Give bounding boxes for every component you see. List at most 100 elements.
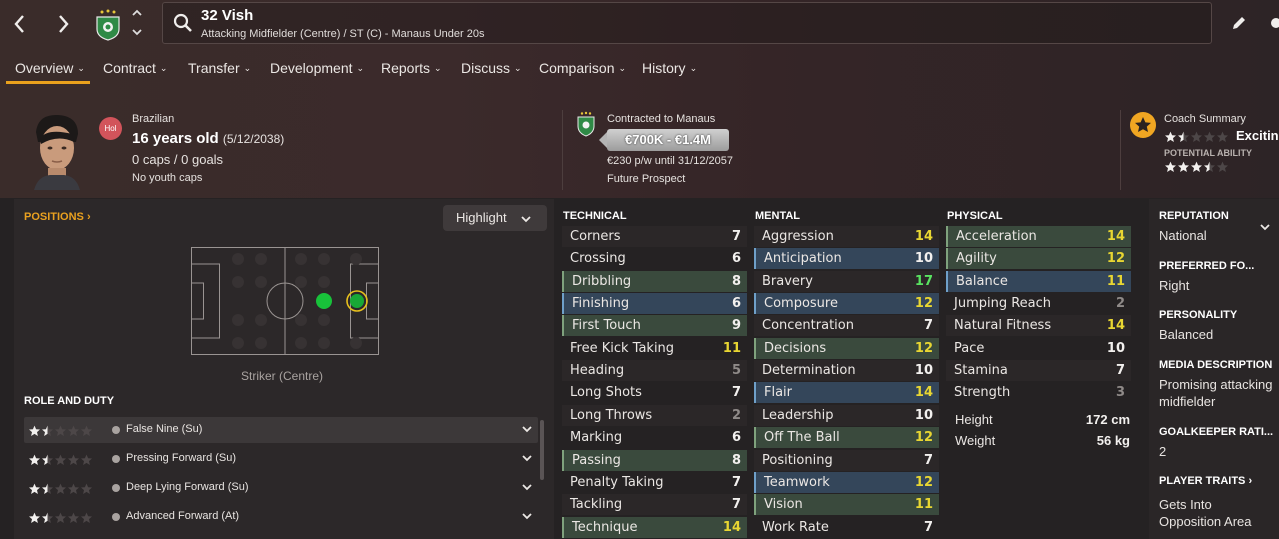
attribute-name: Passing [572,452,621,468]
attribute-row[interactable]: Anticipation 10 [754,248,939,270]
role-row[interactable]: Pressing Forward (Su) [24,446,538,472]
chevron-down-icon[interactable] [130,25,144,39]
role-name: Deep Lying Forward (Su) [126,481,249,493]
attribute-row[interactable]: Free Kick Taking 11 [562,338,747,359]
attribute-row[interactable]: Teamwork 12 [754,471,939,493]
role-list-scrollbar[interactable] [540,420,544,480]
attribute-value: 11 [914,497,933,513]
highlight-dropdown[interactable]: Highlight [443,205,547,231]
attribute-row[interactable]: Acceleration 14 [946,226,1131,247]
attribute-row[interactable]: Aggression 14 [754,226,939,247]
info-icon[interactable] [112,513,120,521]
attribute-row[interactable]: Technique 14 [562,516,747,538]
role-stars [28,482,93,500]
reputation-value: National [1159,228,1207,243]
attribute-row[interactable]: Vision 11 [754,494,939,516]
attribute-row[interactable]: Crossing 6 [562,248,747,269]
attribute-row[interactable]: Heading 5 [562,360,747,382]
attribute-row[interactable]: Corners 7 [562,226,747,247]
attribute-row[interactable]: Determination 10 [754,360,939,382]
attribute-row[interactable]: Finishing 6 [562,293,747,315]
attribute-row[interactable]: First Touch 9 [562,315,747,337]
attribute-row[interactable]: Balance 11 [946,270,1131,292]
attribute-row[interactable]: Positioning 7 [754,449,939,471]
tab-history[interactable]: History ⌄ [642,60,697,76]
player-cycle-control[interactable] [130,6,144,40]
role-stars [28,453,93,471]
attribute-row[interactable]: Leadership 10 [754,404,939,426]
role-row[interactable]: Deep Lying Forward (Su) [24,475,538,501]
tab-contract[interactable]: Contract ⌄ [103,60,167,76]
attribute-value: 14 [914,229,933,244]
tab-overview[interactable]: Overview ⌄ [15,60,85,76]
chevron-down-icon: ⌄ [356,63,365,73]
chevron-down-icon[interactable] [1259,221,1271,233]
attribute-value: 12 [914,430,933,446]
tab-development[interactable]: Development ⌄ [270,60,364,76]
player-traits-link[interactable]: PLAYER TRAITS › [1159,475,1252,487]
role-row[interactable]: False Nine (Su) [24,417,538,443]
chevron-up-icon[interactable] [130,6,144,20]
attribute-row[interactable]: Long Throws 2 [562,404,747,426]
active-tab-indicator [6,81,90,84]
tab-transfer[interactable]: Transfer ⌄ [188,60,251,76]
tab-reports[interactable]: Reports ⌄ [381,60,442,76]
info-icon[interactable] [112,484,120,492]
positions-link[interactable]: POSITIONS › [24,211,91,223]
tab-discuss[interactable]: Discuss ⌄ [461,60,522,76]
attribute-row[interactable]: Jumping Reach 2 [946,293,1131,314]
star-icon [1217,161,1228,172]
attribute-row[interactable]: Work Rate 7 [754,517,939,538]
attribute-row[interactable]: Pace 10 [946,338,1131,359]
chevron-down-icon[interactable] [521,423,533,435]
coach-summary-word: Exciting [1236,128,1279,143]
attribute-name: Long Shots [570,385,642,401]
tab-comparison[interactable]: Comparison ⌄ [539,60,626,76]
attribute-row[interactable]: Tackling 7 [562,494,747,516]
attribute-row[interactable]: Penalty Taking 7 [562,472,747,493]
club-badge-icon[interactable] [95,9,121,41]
chevron-down-icon[interactable] [521,510,533,522]
attribute-name: Bravery [762,273,813,289]
attribute-row[interactable]: Marking 6 [562,427,747,448]
attribute-name: Free Kick Taking [570,340,675,356]
attribute-row[interactable]: Agility 12 [946,248,1131,270]
transfer-value-range[interactable]: €700K - €1.4M [599,129,729,151]
role-name: False Nine (Su) [126,423,203,435]
attribute-row[interactable]: Bravery 17 [754,270,939,292]
nationality: Brazilian [132,113,175,125]
pencil-icon[interactable] [1230,14,1248,32]
attribute-row[interactable]: Off The Ball 12 [754,427,939,449]
star-icon [1204,161,1215,172]
attribute-row[interactable]: Flair 14 [754,382,939,404]
attribute-row[interactable]: Strength 3 [946,382,1131,403]
reputation-label: REPUTATION [1159,210,1229,222]
attribute-row[interactable]: Long Shots 7 [562,382,747,403]
mental-heading: MENTAL [755,210,801,222]
attribute-value: 11 [1106,273,1125,289]
weight-label: Weight [955,433,996,448]
star-icon [1178,161,1189,172]
role-name: Pressing Forward (Su) [126,452,237,464]
info-icon[interactable] [112,426,120,434]
tab-label: Overview [15,60,74,76]
height-label: Height [955,412,993,427]
attribute-row[interactable]: Composure 12 [754,293,939,315]
player-search-bar[interactable]: 32 Vish Attacking Midfielder (Centre) / … [162,2,1212,44]
chevron-down-icon[interactable] [521,481,533,493]
attribute-value: 2 [1115,296,1125,312]
attribute-row[interactable]: Concentration 7 [754,315,939,337]
attribute-name: Positioning [762,452,833,468]
info-icon[interactable] [112,455,120,463]
role-row[interactable]: Advanced Forward (At) [24,504,538,530]
attribute-row[interactable]: Stamina 7 [946,360,1131,382]
back-button[interactable] [8,10,32,38]
forward-button[interactable] [51,10,75,38]
attribute-row[interactable]: Natural Fitness 14 [946,315,1131,337]
attribute-row[interactable]: Passing 8 [562,449,747,471]
wage: €230 p/w until 31/12/2057 [607,155,733,167]
attribute-row[interactable]: Decisions 12 [754,337,939,359]
settings-icon[interactable] [1266,14,1279,32]
chevron-down-icon[interactable] [521,452,533,464]
attribute-row[interactable]: Dribbling 8 [562,270,747,292]
